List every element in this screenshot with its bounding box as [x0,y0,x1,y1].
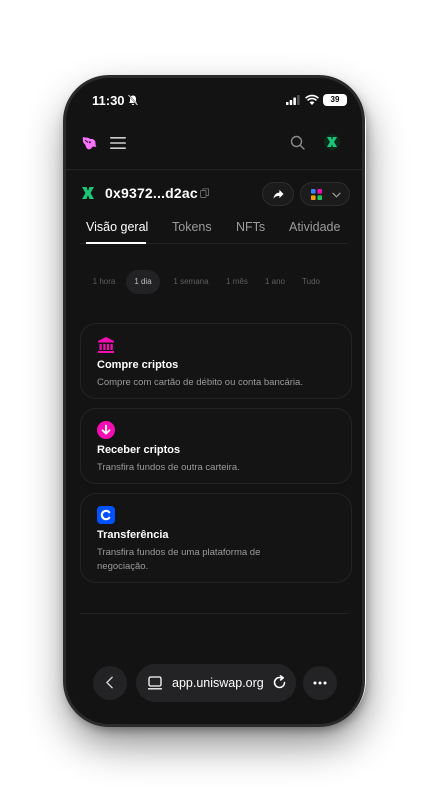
header-divider [66,169,362,170]
range-option-1w[interactable]: 1 semana [168,270,214,294]
browser-back-button[interactable] [93,666,127,700]
phone-frame: 11:30 39 0x9372...d2ac Visão geral Token… [63,75,365,727]
account-row: 0x9372...d2ac [66,182,362,206]
range-option-1h[interactable]: 1 hora [88,270,120,294]
more-dots-icon [313,681,327,685]
chevron-down-icon [332,192,341,198]
search-icon[interactable] [290,135,305,150]
uniswap-logo-icon[interactable] [80,134,98,152]
active-tab-indicator [86,242,146,244]
card-description: Compre com cartão de débito ou conta ban… [97,377,303,388]
url-text: app.uniswap.org [172,676,264,690]
content-divider [80,613,348,614]
range-option-1y[interactable]: 1 ano [260,270,290,294]
tab-nfts[interactable]: NFTs [236,220,265,234]
tab-activity[interactable]: Atividade [289,220,340,234]
more-options-button[interactable] [303,666,337,700]
range-option-1m[interactable]: 1 mês [222,270,252,294]
receive-crypto-card[interactable]: Receber criptos Transfira fundos de outr… [80,408,352,484]
card-title: Compre criptos [97,359,179,371]
status-bar: 11:30 39 [66,91,362,111]
card-title: Receber criptos [97,444,181,456]
wallet-grid-icon [311,189,322,200]
account-address: 0x9372...d2ac [105,185,198,201]
transfer-card[interactable]: Transferência Transfira fundos de uma pl… [80,493,352,583]
copy-icon[interactable] [200,188,209,198]
tab-overview[interactable]: Visão geral [86,220,148,234]
status-time: 11:30 [92,93,125,108]
screen: 11:30 39 0x9372...d2ac Visão geral Token… [66,78,362,724]
reload-icon[interactable] [272,675,287,690]
battery-indicator: 39 [323,94,347,106]
card-description: Transfira fundos de outra carteira. [97,462,240,473]
chevron-left-icon [106,676,113,689]
share-button[interactable] [262,182,294,206]
buy-crypto-card[interactable]: Compre criptos Compre com cartão de débi… [80,323,352,399]
wallet-connections-button[interactable] [300,182,350,206]
menu-icon[interactable] [110,136,126,150]
range-option-1d[interactable]: 1 dia [126,270,160,294]
bank-icon [98,337,114,353]
card-description: Transfira fundos de uma plataforma de ne… [97,547,261,572]
share-arrow-icon [273,189,284,199]
account-avatar-icon [82,187,94,199]
portfolio-tabs: Visão geral Tokens NFTs Atividade [66,216,362,246]
wallet-avatar-icon[interactable] [324,134,340,150]
tab-tokens[interactable]: Tokens [172,220,212,234]
app-header [66,128,362,158]
bell-muted-icon [127,94,139,106]
signal-icon [286,95,300,105]
site-settings-icon [148,676,162,690]
address-bar[interactable]: app.uniswap.org [136,664,296,702]
coinbase-icon [97,506,115,524]
time-range-selector: 1 hora 1 dia 1 semana 1 mês 1 ano Tudo [80,270,348,294]
receive-icon [97,421,115,439]
card-title: Transferência [97,529,169,541]
range-option-all[interactable]: Tudo [296,270,326,294]
wifi-icon [305,94,319,105]
